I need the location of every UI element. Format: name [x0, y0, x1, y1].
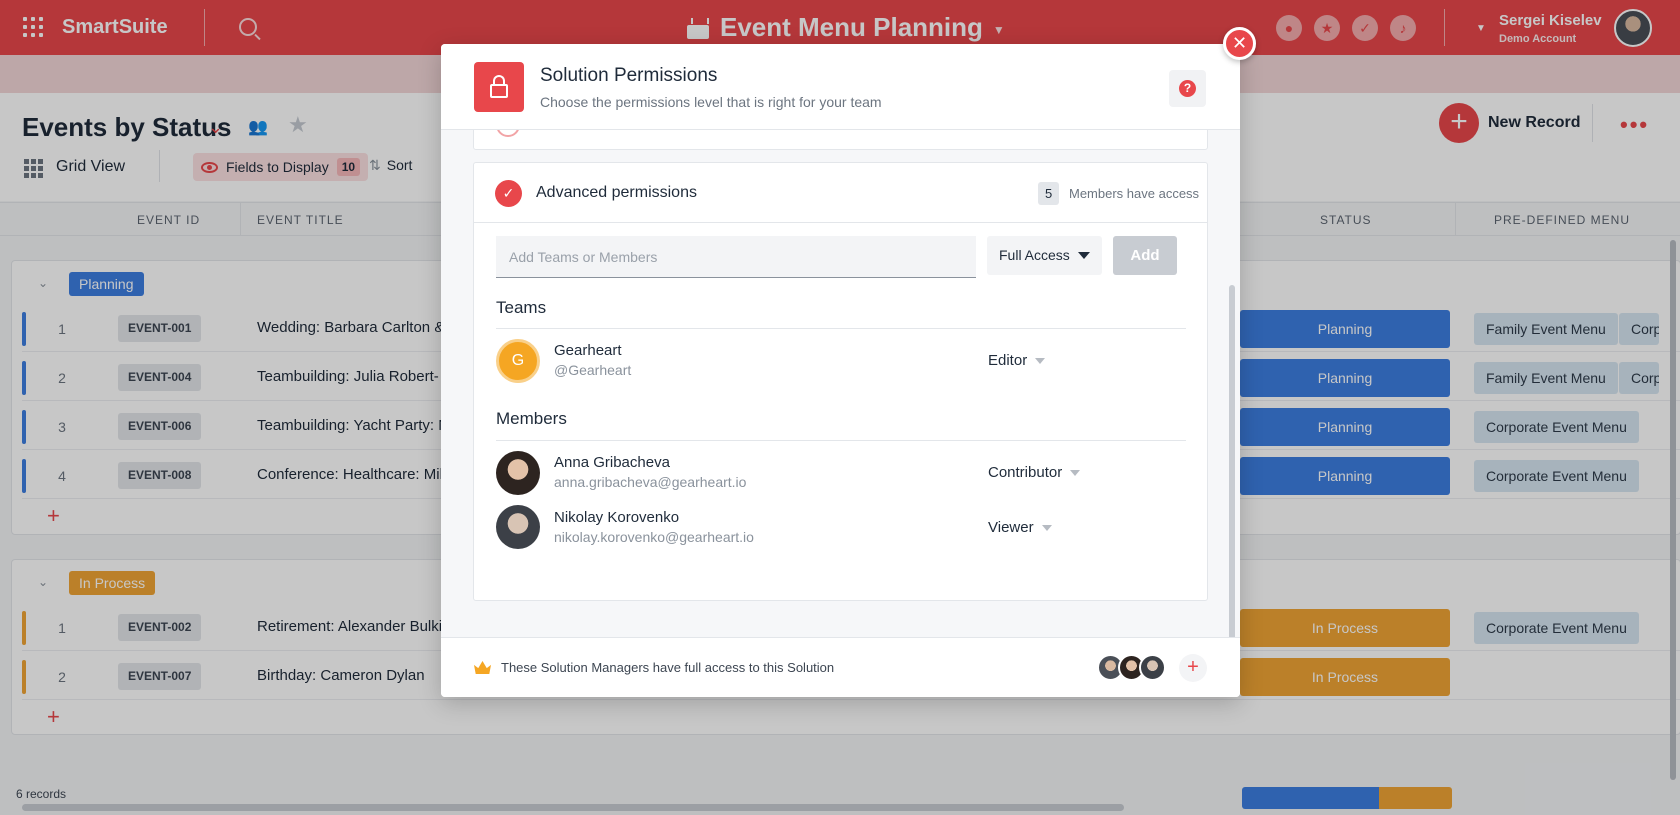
members-count-badge: 5: [1038, 182, 1060, 205]
modal-scrollbar[interactable]: [1229, 285, 1235, 637]
add-manager-button[interactable]: +: [1179, 654, 1207, 682]
role-label: Contributor: [988, 464, 1063, 481]
access-level-select[interactable]: Full Access: [987, 236, 1102, 275]
radio-icon[interactable]: [496, 130, 520, 137]
team-handle: @Gearheart: [554, 362, 632, 378]
manager-avatar: [1139, 654, 1166, 681]
previous-option-card[interactable]: [473, 130, 1208, 150]
modal-footer: These Solution Managers have full access…: [441, 637, 1240, 697]
members-access-label: Members have access: [1069, 186, 1200, 201]
modal-subtitle: Choose the permissions level that is rig…: [540, 94, 882, 110]
managers-note: These Solution Managers have full access…: [501, 660, 835, 675]
divider: [496, 440, 1186, 441]
caret-down-icon: [1078, 252, 1090, 259]
team-name: Gearheart: [554, 342, 622, 359]
member-name: Nikolay Korovenko: [554, 509, 680, 526]
member-role-dropdown[interactable]: Viewer: [988, 519, 1052, 536]
role-label: Viewer: [988, 519, 1034, 536]
team-avatar: G: [496, 339, 540, 383]
lock-icon: [474, 62, 524, 112]
member-email: anna.gribacheva@gearheart.io: [554, 474, 747, 490]
modal-header: Solution Permissions Choose the permissi…: [441, 44, 1240, 130]
add-teams-members-input[interactable]: [496, 236, 976, 278]
crown-icon: [474, 661, 491, 674]
add-button[interactable]: Add: [1113, 236, 1177, 275]
member-avatar: [496, 505, 540, 549]
members-section-title: Members: [496, 409, 567, 428]
access-level-value: Full Access: [999, 247, 1070, 263]
teams-section-title: Teams: [496, 298, 547, 317]
advanced-permissions-card: ✓ Advanced permissions 5 Members have ac…: [473, 162, 1208, 601]
caret-down-icon: [1041, 525, 1052, 532]
checked-radio-icon[interactable]: ✓: [495, 180, 522, 207]
caret-down-icon: [1070, 470, 1081, 477]
help-button[interactable]: ?: [1169, 70, 1206, 107]
advanced-permissions-label: Advanced permissions: [536, 184, 697, 201]
divider: [496, 328, 1186, 329]
member-avatar: [496, 451, 540, 495]
modal-body: ✓ Advanced permissions 5 Members have ac…: [441, 130, 1240, 637]
role-label: Editor: [988, 352, 1028, 369]
member-role-dropdown[interactable]: Contributor: [988, 464, 1081, 481]
question-icon: ?: [1179, 80, 1196, 97]
solution-permissions-modal: Solution Permissions Choose the permissi…: [441, 44, 1240, 697]
member-email: nikolay.korovenko@gearheart.io: [554, 529, 754, 545]
team-role-dropdown[interactable]: Editor: [988, 352, 1046, 369]
advanced-permissions-header[interactable]: ✓ Advanced permissions 5 Members have ac…: [474, 163, 1207, 223]
caret-down-icon: [1035, 358, 1046, 365]
modal-title: Solution Permissions: [540, 65, 718, 86]
close-icon[interactable]: ✕: [1223, 27, 1256, 60]
member-name: Anna Gribacheva: [554, 454, 670, 471]
